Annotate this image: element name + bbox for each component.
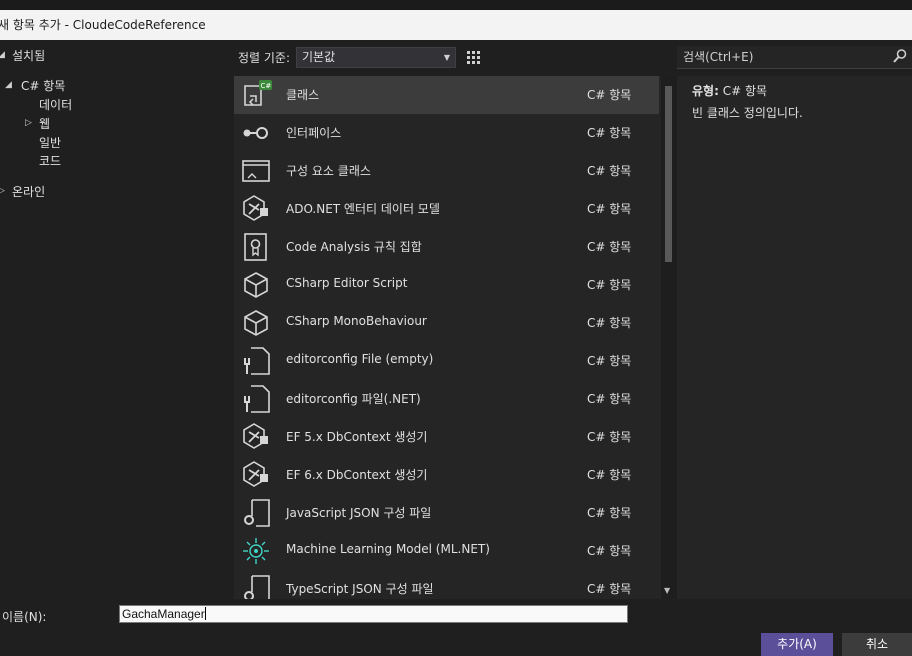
- name-value: GachaManager: [122, 607, 205, 621]
- template-category: C# 항목: [587, 468, 632, 482]
- template-row-csharp-editor-script[interactable]: CSharp Editor Script C# 항목: [234, 266, 659, 304]
- json-config-icon: [244, 499, 270, 527]
- sort-value: 기본값: [302, 50, 336, 64]
- entity-model-icon: [243, 461, 268, 487]
- details-type: 유형: C# 항목: [692, 82, 767, 99]
- template-category: C# 항목: [587, 126, 632, 140]
- tree-item-data[interactable]: 데이터: [39, 96, 72, 113]
- text-caret: [204, 607, 206, 620]
- template-row-ef5-dbcontext[interactable]: EF 5.x DbContext 생성기 C# 항목: [234, 418, 659, 456]
- template-category: C# 항목: [587, 506, 632, 520]
- template-name: JavaScript JSON 구성 파일: [286, 506, 432, 520]
- cancel-button[interactable]: 취소: [842, 633, 912, 656]
- template-category: C# 항목: [587, 316, 632, 330]
- template-name: Machine Learning Model (ML.NET): [286, 542, 490, 556]
- template-name: 클래스: [286, 88, 320, 102]
- name-label: 이름(N):: [2, 610, 47, 624]
- category-tree: ◢ 설치됨 ◢ C# 항목 데이터 ▷ 웹 일반 코드 ▷ 온라인: [0, 44, 228, 599]
- entity-model-icon: [243, 195, 268, 221]
- template-row-interface[interactable]: 인터페이스 C# 항목: [234, 114, 659, 152]
- template-name: TypeScript JSON 구성 파일: [286, 582, 434, 596]
- template-name: CSharp MonoBehaviour: [286, 314, 427, 328]
- editorconfig-icon: [244, 347, 270, 375]
- search-input[interactable]: 검색(Ctrl+E): [677, 46, 912, 69]
- class-icon: C#: [244, 80, 272, 106]
- title-bar: 새 항목 추가 - CloudeCodeReference: [0, 10, 912, 40]
- template-category: C# 항목: [587, 354, 632, 368]
- template-name: EF 6.x DbContext 생성기: [286, 468, 428, 482]
- svg-text:C#: C#: [261, 82, 272, 90]
- tree-item-csharp[interactable]: C# 항목: [19, 77, 67, 94]
- scroll-down-icon[interactable]: ▼: [664, 586, 670, 595]
- json-config-icon: [244, 575, 270, 599]
- template-row-javascript-json[interactable]: JavaScript JSON 구성 파일 C# 항목: [234, 494, 659, 532]
- editorconfig-icon: [244, 385, 270, 413]
- search-icon[interactable]: [892, 48, 908, 71]
- template-category: C# 항목: [587, 88, 632, 102]
- template-category: C# 항목: [587, 164, 632, 178]
- tree-item-installed[interactable]: 설치됨: [12, 47, 45, 64]
- template-category: C# 항목: [587, 202, 632, 216]
- template-name: 구성 요소 클래스: [286, 164, 371, 178]
- collapse-arrow-icon[interactable]: ◢: [0, 50, 5, 60]
- template-row-component-class[interactable]: 구성 요소 클래스 C# 항목: [234, 152, 659, 190]
- template-row-ef6-dbcontext[interactable]: EF 6.x DbContext 생성기 C# 항목: [234, 456, 659, 494]
- details-type-label: 유형:: [692, 84, 719, 98]
- template-row-csharp-monobehaviour[interactable]: CSharp MonoBehaviour C# 항목: [234, 304, 659, 342]
- template-name: 인터페이스: [286, 126, 342, 140]
- template-category: C# 항목: [587, 392, 632, 406]
- component-class-icon: [242, 160, 270, 182]
- tree-item-web[interactable]: 웹: [39, 115, 50, 132]
- grid-view-button[interactable]: [462, 47, 484, 69]
- grid-view-icon: [467, 51, 480, 64]
- template-row-ml-model[interactable]: Machine Learning Model (ML.NET) C# 항목: [234, 532, 659, 570]
- add-button[interactable]: 추가(A): [761, 633, 833, 656]
- template-category: C# 항목: [587, 430, 632, 444]
- details-type-value: C# 항목: [722, 84, 768, 98]
- template-row-ado-net[interactable]: ADO.NET 엔터티 데이터 모델 C# 항목: [234, 190, 659, 228]
- template-name: editorconfig File (empty): [286, 352, 434, 366]
- window-title: 새 항목 추가 - CloudeCodeReference: [0, 18, 206, 32]
- interface-icon: [243, 127, 268, 139]
- sort-label: 정렬 기준:: [238, 51, 291, 65]
- template-row-typescript-json[interactable]: TypeScript JSON 구성 파일 C# 항목: [234, 570, 659, 599]
- cube-icon: [244, 272, 268, 298]
- details-panel: 유형: C# 항목 빈 클래스 정의입니다.: [677, 76, 912, 599]
- template-category: C# 항목: [587, 278, 632, 292]
- search-placeholder: 검색(Ctrl+E): [683, 50, 754, 64]
- template-name: ADO.NET 엔터티 데이터 모델: [286, 202, 440, 216]
- template-name: Code Analysis 규칙 집합: [286, 240, 422, 254]
- template-name: EF 5.x DbContext 생성기: [286, 430, 428, 444]
- ml-model-icon: [243, 538, 269, 564]
- template-name: CSharp Editor Script: [286, 276, 408, 290]
- cube-icon: [244, 310, 268, 336]
- name-input[interactable]: GachaManager: [119, 605, 628, 623]
- details-description: 빈 클래스 정의입니다.: [692, 106, 803, 120]
- tree-item-online[interactable]: 온라인: [12, 183, 45, 200]
- chevron-down-icon: ▼: [443, 53, 450, 62]
- sort-dropdown[interactable]: 기본값 ▼: [296, 47, 456, 68]
- template-list: C# 클래스 C# 항목 인터페이스 C# 항목 구성 요소 클래스 C# 항목…: [234, 76, 661, 599]
- template-list-scrollbar[interactable]: ▼: [661, 76, 677, 599]
- template-category: C# 항목: [587, 582, 632, 596]
- expand-arrow-icon[interactable]: ▷: [25, 118, 32, 128]
- template-row-code-analysis[interactable]: Code Analysis 규칙 집합 C# 항목: [234, 228, 659, 266]
- template-row-class[interactable]: C# 클래스 C# 항목: [234, 76, 659, 114]
- top-strip: [0, 0, 912, 10]
- template-row-editorconfig-net[interactable]: editorconfig 파일(.NET) C# 항목: [234, 380, 659, 418]
- expand-arrow-icon[interactable]: ▷: [0, 186, 5, 196]
- template-category: C# 항목: [587, 544, 632, 558]
- template-row-editorconfig-empty[interactable]: editorconfig File (empty) C# 항목: [234, 342, 659, 380]
- tree-item-general[interactable]: 일반: [39, 134, 61, 151]
- template-name: editorconfig 파일(.NET): [286, 392, 421, 406]
- collapse-arrow-icon[interactable]: ◢: [5, 80, 12, 90]
- scrollbar-thumb[interactable]: [665, 86, 672, 262]
- entity-model-icon: [243, 423, 268, 449]
- template-category: C# 항목: [587, 240, 632, 254]
- tree-item-code[interactable]: 코드: [39, 152, 61, 169]
- ruleset-icon: [244, 233, 267, 261]
